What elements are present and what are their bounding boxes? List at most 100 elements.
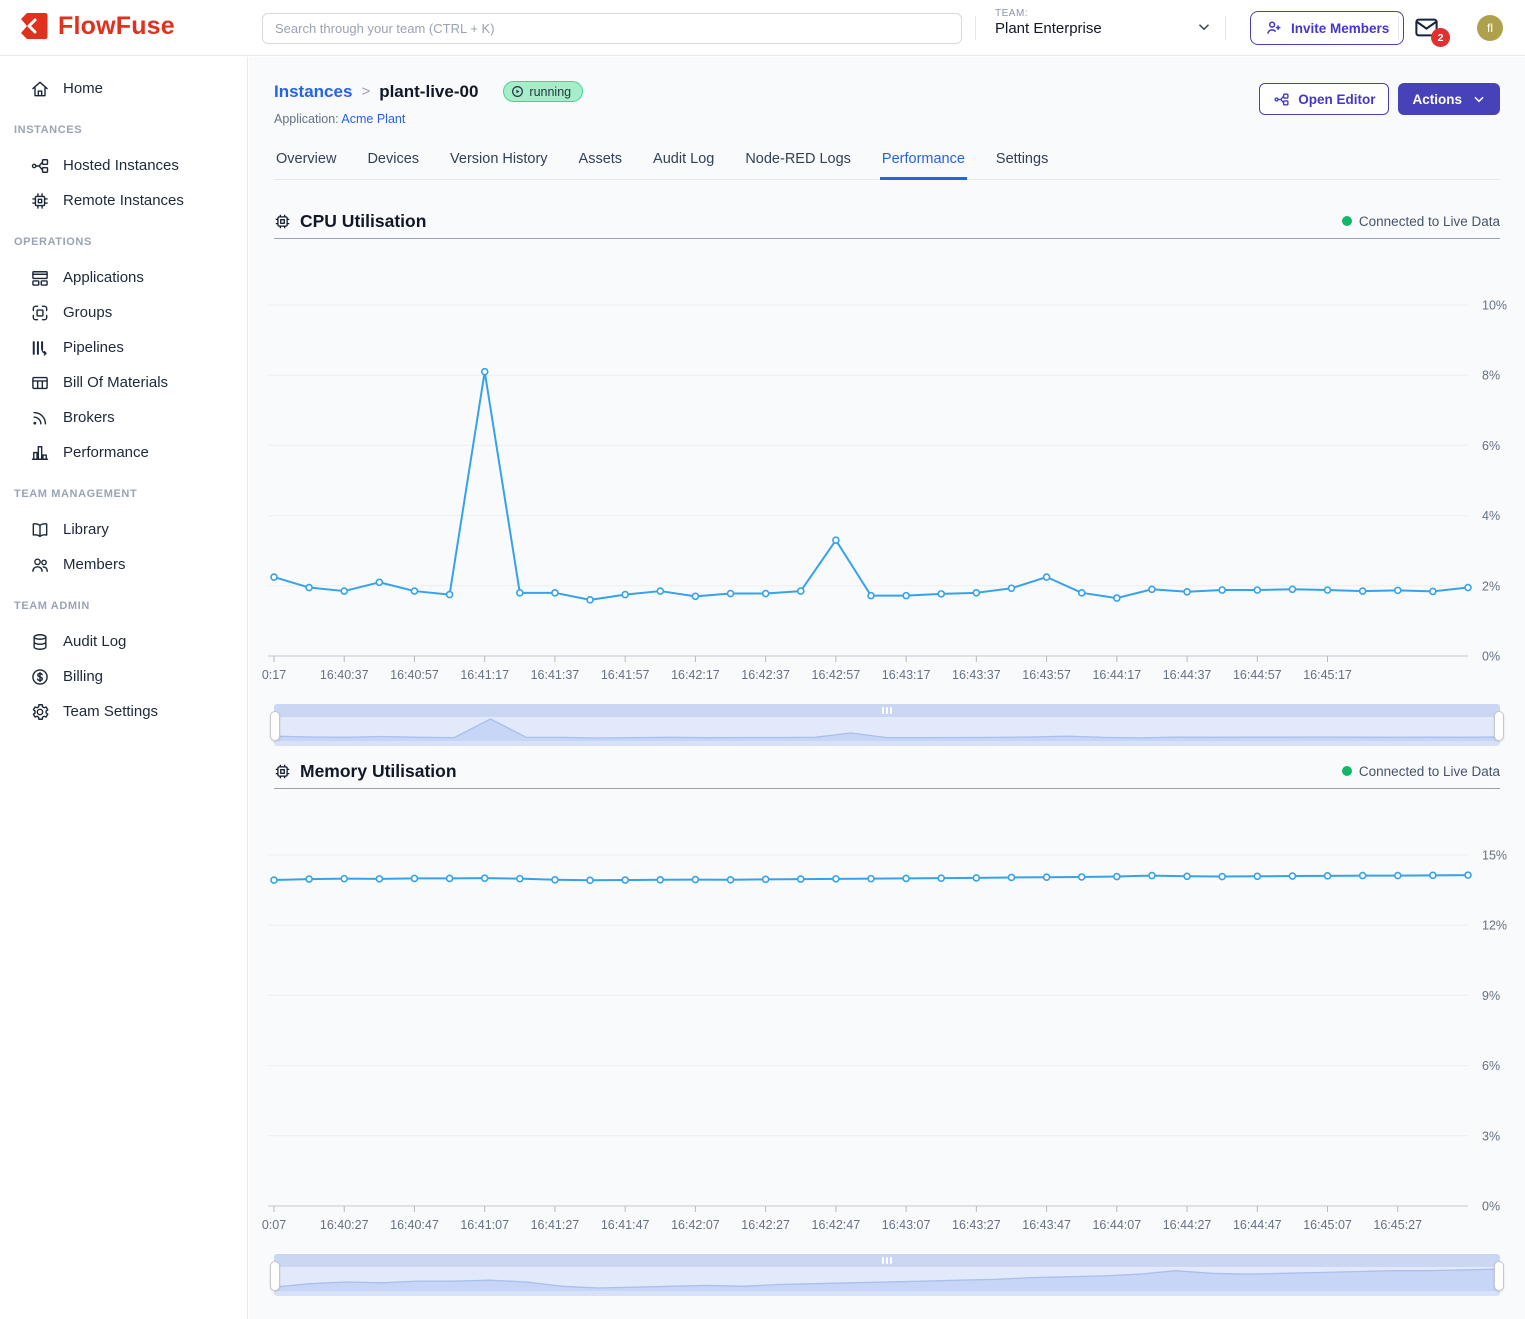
cpu-live-status: Connected to Live Data xyxy=(1342,214,1500,229)
svg-text:16:40:37: 16:40:37 xyxy=(320,668,369,682)
grip-icon[interactable] xyxy=(882,707,892,714)
bill-of-materials-icon xyxy=(30,373,50,393)
memory-chart-title: Memory Utilisation xyxy=(300,761,457,782)
application-link[interactable]: Acme Plant xyxy=(341,112,405,126)
memory-range-sparkline xyxy=(274,1267,1500,1291)
chevron-down-icon[interactable] xyxy=(1195,18,1213,36)
sidebar-item-label: Remote Instances xyxy=(63,192,184,209)
actions-button[interactable]: Actions xyxy=(1398,83,1500,115)
grip-icon[interactable] xyxy=(882,1257,892,1264)
team-name: Plant Enterprise xyxy=(995,20,1102,37)
tab-devices[interactable]: Devices xyxy=(365,143,421,180)
tab-performance[interactable]: Performance xyxy=(880,143,967,180)
sidebar-item-remote-instances[interactable]: Remote Instances xyxy=(0,183,247,218)
svg-text:16:44:27: 16:44:27 xyxy=(1163,1218,1212,1232)
svg-text:16:43:57: 16:43:57 xyxy=(1022,668,1071,682)
sidebar-item-billing[interactable]: Billing xyxy=(0,659,247,694)
tab-assets[interactable]: Assets xyxy=(577,143,625,180)
range-slider-bottom xyxy=(274,741,1500,746)
sidebar-item-pipelines[interactable]: Pipelines xyxy=(0,330,247,365)
hosted-instances-icon xyxy=(30,156,50,176)
svg-text:16:43:27: 16:43:27 xyxy=(952,1218,1001,1232)
breadcrumb-instances-link[interactable]: Instances xyxy=(274,82,352,102)
sidebar-item-label: Performance xyxy=(63,444,149,461)
range-slider-left-handle[interactable] xyxy=(270,711,280,741)
svg-text:15%: 15% xyxy=(1482,849,1507,863)
svg-text:8%: 8% xyxy=(1482,369,1500,383)
sidebar-item-applications[interactable]: Applications xyxy=(0,260,247,295)
section-divider xyxy=(274,238,1500,239)
sidebar-item-groups[interactable]: Groups xyxy=(0,295,247,330)
svg-text:16:42:47: 16:42:47 xyxy=(812,1218,861,1232)
svg-text:0%: 0% xyxy=(1482,1200,1500,1214)
sidebar-item-library[interactable]: Library xyxy=(0,512,247,547)
range-slider-track[interactable] xyxy=(274,704,1500,717)
memory-utilisation-chart: 0%3%6%9%12%15%0:0716:40:2716:40:4716:41:… xyxy=(260,795,1510,1241)
topbar-divider xyxy=(975,16,976,40)
svg-text:16:41:57: 16:41:57 xyxy=(601,668,650,682)
svg-text:16:42:27: 16:42:27 xyxy=(741,1218,790,1232)
svg-text:16:42:57: 16:42:57 xyxy=(812,668,861,682)
search-input[interactable] xyxy=(262,13,962,44)
topbar-divider xyxy=(1398,16,1399,40)
sidebar-item-brokers[interactable]: Brokers xyxy=(0,400,247,435)
person-plus-icon xyxy=(1265,19,1283,37)
team-settings-icon xyxy=(30,702,50,722)
svg-text:16:43:07: 16:43:07 xyxy=(882,1218,931,1232)
svg-text:3%: 3% xyxy=(1482,1129,1500,1143)
actions-label: Actions xyxy=(1412,92,1462,107)
cpu-range-sparkline xyxy=(274,717,1500,741)
sidebar-item-label: Members xyxy=(63,556,126,573)
cpu-chart-range-slider[interactable] xyxy=(274,704,1500,746)
svg-text:16:43:17: 16:43:17 xyxy=(882,668,931,682)
svg-text:16:42:37: 16:42:37 xyxy=(741,668,790,682)
tab-overview[interactable]: Overview xyxy=(274,143,338,180)
svg-text:16:45:17: 16:45:17 xyxy=(1303,668,1352,682)
range-slider-right-handle[interactable] xyxy=(1494,711,1504,741)
flowfuse-logo[interactable]: FlowFuse xyxy=(18,10,175,42)
sidebar-item-label: Bill Of Materials xyxy=(63,374,168,391)
tab-settings[interactable]: Settings xyxy=(994,143,1050,180)
svg-text:16:43:47: 16:43:47 xyxy=(1022,1218,1071,1232)
svg-text:4%: 4% xyxy=(1482,509,1500,523)
sidebar-item-performance[interactable]: Performance xyxy=(0,435,247,470)
logo-text: FlowFuse xyxy=(58,12,175,41)
sidebar-item-audit-log[interactable]: Audit Log xyxy=(0,624,247,659)
range-slider-right-handle[interactable] xyxy=(1494,1261,1504,1291)
application-label: Application: xyxy=(274,112,339,126)
live-dot-icon xyxy=(1342,216,1352,226)
svg-text:16:40:57: 16:40:57 xyxy=(390,668,439,682)
team-selector[interactable]: TEAM: Plant Enterprise xyxy=(995,8,1102,37)
breadcrumb-separator: > xyxy=(361,83,370,100)
sidebar-item-team-settings[interactable]: Team Settings xyxy=(0,694,247,729)
range-slider-track[interactable] xyxy=(274,1254,1500,1267)
range-slider-left-handle[interactable] xyxy=(270,1261,280,1291)
notifications-button[interactable]: 2 xyxy=(1413,14,1443,42)
tab-node-red-logs[interactable]: Node-RED Logs xyxy=(743,143,853,180)
tab-audit-log[interactable]: Audit Log xyxy=(651,143,716,180)
sidebar-item-bill-of-materials[interactable]: Bill Of Materials xyxy=(0,365,247,400)
svg-text:16:41:27: 16:41:27 xyxy=(531,1218,580,1232)
svg-text:16:40:27: 16:40:27 xyxy=(320,1218,369,1232)
svg-text:2%: 2% xyxy=(1482,579,1500,593)
topbar-divider xyxy=(1225,16,1226,40)
svg-text:16:42:17: 16:42:17 xyxy=(671,668,720,682)
sidebar-item-home[interactable]: Home xyxy=(0,71,247,106)
section-divider xyxy=(274,788,1500,789)
sidebar-item-members[interactable]: Members xyxy=(0,547,247,582)
open-editor-button[interactable]: Open Editor xyxy=(1259,83,1389,115)
team-label: TEAM: xyxy=(995,8,1102,19)
sidebar-item-label: Audit Log xyxy=(63,633,126,650)
invite-members-button[interactable]: Invite Members xyxy=(1250,11,1404,45)
svg-text:16:44:57: 16:44:57 xyxy=(1233,668,1282,682)
avatar[interactable]: fl xyxy=(1477,15,1503,41)
range-slider-bottom xyxy=(274,1291,1500,1296)
remote-instances-icon xyxy=(30,191,50,211)
cpu-chip-icon xyxy=(274,213,291,230)
svg-text:16:40:47: 16:40:47 xyxy=(390,1218,439,1232)
sidebar-item-hosted-instances[interactable]: Hosted Instances xyxy=(0,148,247,183)
sidebar-nav: HomeINSTANCESHosted InstancesRemote Inst… xyxy=(0,57,248,1319)
svg-text:16:45:07: 16:45:07 xyxy=(1303,1218,1352,1232)
memory-chart-range-slider[interactable] xyxy=(274,1254,1500,1296)
tab-version-history[interactable]: Version History xyxy=(448,143,550,180)
